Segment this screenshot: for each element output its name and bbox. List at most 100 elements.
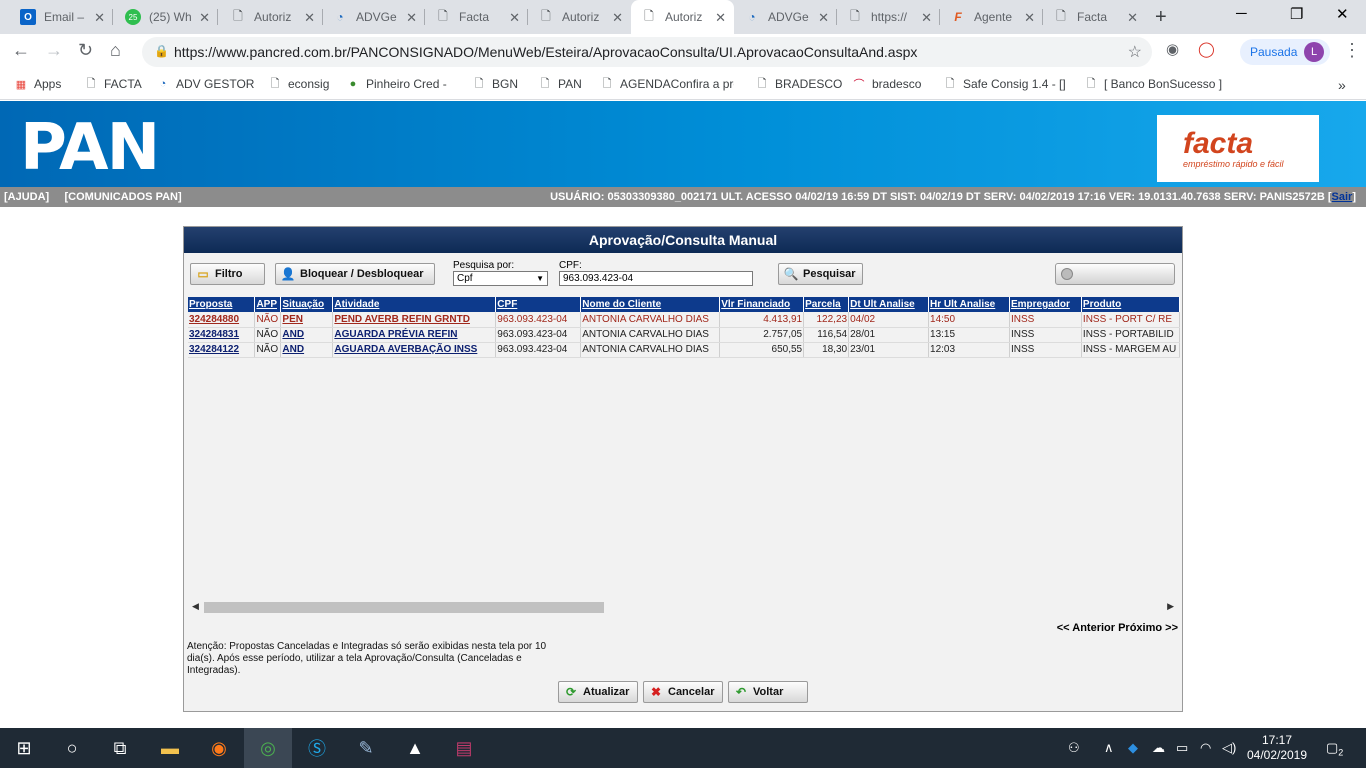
column-header[interactable]: Dt Ult Analise [848,297,930,312]
proposta-link[interactable]: 324284880 [188,312,256,328]
column-header[interactable]: Hr Ult Analise [928,297,1010,312]
column-header[interactable]: Atividade [332,297,497,312]
opera-extension-icon[interactable]: ◯ [1198,40,1215,58]
people-icon[interactable]: ⚇ [1068,740,1080,756]
browser-tab[interactable]: 🗋 Facta ✕ [425,0,528,34]
windows-start-icon[interactable]: ⊞ [0,728,48,768]
cpf-input[interactable]: 963.093.423-04 [559,271,753,286]
column-header[interactable]: CPF [495,297,582,312]
volume-icon[interactable]: ◁) [1222,740,1236,756]
close-tab-icon[interactable]: ✕ [715,10,726,26]
close-window-icon[interactable]: ✕ [1336,5,1349,23]
bookmark-star-icon[interactable]: ☆ [1128,42,1142,62]
firefox-icon[interactable]: ◉ [195,728,243,768]
search-circle-icon[interactable]: ○ [48,728,96,768]
browser-tab[interactable]: 🗋 Facta ✕ [1043,0,1146,34]
reload-icon[interactable]: ↻ [78,40,93,61]
horizontal-scrollbar[interactable]: ◀ ▶ [188,600,1180,614]
dropbox-icon[interactable]: ◆ [1128,740,1138,756]
bloquear-button[interactable]: 👤 Bloquear / Desbloquear [275,263,435,285]
close-tab-icon[interactable]: ✕ [612,10,623,26]
browser-tab[interactable]: 25 (25) Wh ✕ [115,0,218,34]
bookmark-item[interactable]: 🗋 Safe Consig 1.4 - [] [943,77,1066,91]
restore-icon[interactable]: ❐ [1290,5,1303,23]
situacao-link[interactable]: PEN [280,312,334,328]
close-tab-icon[interactable]: ✕ [1127,10,1138,26]
new-tab-button[interactable]: + [1155,6,1167,29]
column-header[interactable]: Proposta [188,297,256,312]
bookmark-item[interactable]: 🗋 BGN [472,77,518,91]
browser-tab[interactable]: 🗋 Autoriz ✕ [528,0,631,34]
browser-tab[interactable]: ◔ ADVGe ✕ [322,0,425,34]
browser-tab-active[interactable]: 🗋 Autoriz ✕ [631,0,734,34]
atividade-link[interactable]: AGUARDA PRÉVIA REFIN [332,327,497,343]
column-header[interactable]: APP [254,297,282,312]
column-header[interactable]: Produto [1081,297,1180,312]
wifi-icon[interactable]: ◠ [1200,740,1211,756]
bookmark-item[interactable]: 🗋 FACTA [84,77,142,91]
browser-tab[interactable]: ◔ ADVGe ✕ [734,0,837,34]
photos-icon[interactable]: ▲ [391,728,439,768]
chevron-up-icon[interactable]: ∧ [1104,740,1114,756]
pesquisa-por-select[interactable]: Cpf ▼ [453,271,548,286]
skype-icon[interactable]: Ⓢ [293,728,341,768]
browser-tab[interactable]: 🗋 Autoriz ✕ [220,0,323,34]
browser-tab[interactable]: F Agente ✕ [940,0,1043,34]
close-tab-icon[interactable]: ✕ [199,10,210,26]
minimize-icon[interactable]: ─ [1236,5,1247,22]
close-tab-icon[interactable]: ✕ [818,10,829,26]
bookmark-item[interactable]: ● Pinheiro Cred - [346,77,447,91]
bookmark-item[interactable]: ▦ Apps [14,77,62,91]
bookmark-item[interactable]: 🗋 BRADESCO [755,77,843,91]
column-header[interactable]: Parcela [803,297,850,312]
close-tab-icon[interactable]: ✕ [509,10,520,26]
pager-links[interactable]: << Anterior Próximo >> [1057,622,1178,634]
system-clock[interactable]: 17:17 04/02/2019 [1246,733,1308,763]
forward-icon[interactable]: → [45,40,63,61]
profile-button[interactable]: Pausada L [1240,39,1330,65]
bookmark-item[interactable]: 🗋 PAN [538,77,582,91]
atividade-link[interactable]: PEND AVERB REFIN GRNTD [332,312,497,328]
notifications-icon[interactable]: ▢2 [1326,740,1343,758]
proposta-link[interactable]: 324284831 [188,327,256,343]
voltar-button[interactable]: ↶ Voltar [728,681,808,703]
scroll-right-icon[interactable]: ▶ [1167,601,1174,612]
bookmark-item[interactable]: 🗋 econsig [268,77,330,91]
home-icon[interactable]: ⌂ [110,40,121,61]
atualizar-button[interactable]: ⟳ Atualizar [558,681,638,703]
column-header[interactable]: Vlr Financiado [719,297,805,312]
close-tab-icon[interactable]: ✕ [406,10,417,26]
sair-link[interactable]: Sair [1332,191,1353,203]
close-tab-icon[interactable]: ✕ [1024,10,1035,26]
situacao-link[interactable]: AND [280,327,334,343]
task-view-icon[interactable]: ⧉ [96,728,144,768]
battery-icon[interactable]: ▭ [1176,740,1188,756]
chrome-icon[interactable]: ◎ [244,728,292,768]
cancelar-button[interactable]: ✖ Cancelar [643,681,723,703]
extension-icon[interactable]: ◉ [1166,40,1179,58]
address-bar[interactable]: 🔒 https://www.pancred.com.br/PANCONSIGNA… [142,37,1152,67]
situacao-link[interactable]: AND [280,342,334,358]
column-header[interactable]: Nome do Cliente [580,297,721,312]
browser-tab[interactable]: 🗋 https:// ✕ [837,0,940,34]
filtro-button[interactable]: ▭ Filtro [190,263,265,285]
atividade-link[interactable]: AGUARDA AVERBAÇÃO INSS [332,342,497,358]
column-header[interactable]: Situação [280,297,334,312]
scroll-thumb[interactable] [204,602,604,613]
winrar-icon[interactable]: ▤ [440,728,488,768]
back-icon[interactable]: ← [12,40,30,61]
close-tab-icon[interactable]: ✕ [921,10,932,26]
browser-tab[interactable]: O Email – ✕ [10,0,113,34]
bookmark-item[interactable]: ◔ ADV GESTOR [156,77,255,91]
paint-icon[interactable]: ✎ [342,728,390,768]
bookmark-item[interactable]: 🗋 [ Banco BonSucesso ] [1084,77,1223,91]
proposta-link[interactable]: 324284122 [188,342,256,358]
bookmark-item[interactable]: 🗋 AGENDAConfira a pro [600,77,734,91]
menu-icon[interactable]: ⋮ [1343,40,1361,61]
pesquisar-button[interactable]: 🔍 Pesquisar [778,263,863,285]
more-bookmarks-icon[interactable]: » [1338,77,1346,93]
bookmark-item[interactable]: ⌒ bradesco [852,77,922,91]
close-tab-icon[interactable]: ✕ [304,10,315,26]
ajuda-link[interactable]: [AJUDA] [4,191,49,203]
onedrive-icon[interactable]: ☁ [1152,740,1165,756]
